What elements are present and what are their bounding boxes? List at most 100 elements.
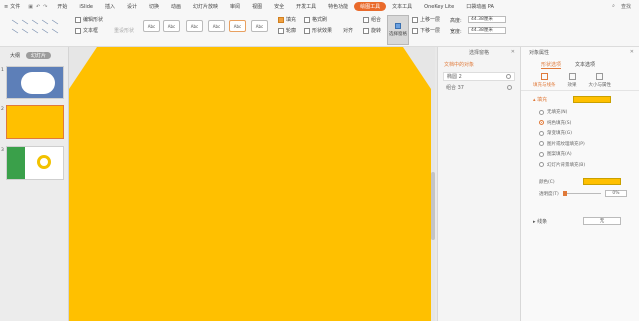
shape-effect-button[interactable]: 形状效果: [304, 27, 332, 34]
slide-thumbnail-2[interactable]: [6, 105, 64, 139]
slide-thumbnail-1[interactable]: [6, 66, 64, 99]
properties-subtabs: 填充与线条 效果 大小与属性: [521, 69, 639, 91]
redo-icon[interactable]: ↷: [43, 4, 47, 10]
align-label: 对齐: [343, 28, 354, 34]
slide-thumbnail-3[interactable]: [6, 146, 64, 180]
save-icon[interactable]: ▣: [28, 4, 33, 10]
canvas-scrollbar[interactable]: [431, 172, 435, 240]
tab-islide[interactable]: iSlide: [73, 0, 99, 13]
shape-style-6[interactable]: Abc: [251, 20, 268, 32]
tab-features[interactable]: 特色功能: [322, 0, 354, 13]
undo-icon[interactable]: ↶: [36, 4, 40, 10]
menu-icon: ≡: [4, 3, 9, 10]
shape-style-2[interactable]: Abc: [163, 20, 180, 32]
rotate-button[interactable]: 旋转: [363, 27, 381, 34]
fill-option-solid[interactable]: 纯色填充(S): [521, 118, 639, 129]
radio-icon: [539, 130, 544, 136]
fill-option-pattern[interactable]: 图案填充(A): [521, 149, 639, 160]
tab-text-tools[interactable]: 文本工具: [386, 0, 418, 13]
align-button[interactable]: 对齐: [343, 27, 353, 34]
color-picker[interactable]: [583, 178, 621, 185]
reset-shape-label: 重设形状: [114, 28, 135, 34]
fill-option-label: 无填充(N): [547, 110, 568, 116]
fill-bucket-icon: [540, 73, 548, 80]
format-brush-button[interactable]: 格式刷: [304, 16, 327, 23]
fill-option-label: 渐变填充(G): [547, 131, 572, 137]
slide-canvas[interactable]: [69, 47, 435, 321]
tab-insert[interactable]: 插入: [99, 0, 121, 13]
object-row[interactable]: 组合 37: [443, 83, 515, 92]
search-icon: ⌕: [612, 3, 615, 9]
edit-shape-button[interactable]: 编辑形状: [75, 16, 103, 23]
send-backward-button[interactable]: 下移一层: [412, 27, 440, 34]
tab-view[interactable]: 视图: [246, 0, 268, 13]
textbox-label: 文本框: [83, 28, 99, 34]
shape-style-4[interactable]: Abc: [208, 20, 225, 32]
file-menu-button[interactable]: ≡ 文件: [0, 0, 24, 13]
height-input[interactable]: 44.38厘米: [468, 16, 506, 23]
subtab-size-properties[interactable]: 大小与属性: [589, 73, 611, 90]
shape-style-1[interactable]: Abc: [143, 20, 160, 32]
tab-review[interactable]: 审阅: [224, 0, 246, 13]
radio-icon: [539, 141, 544, 147]
shape-style-5[interactable]: Abc: [229, 20, 246, 32]
width-label: 宽度:: [450, 29, 462, 35]
line-section-header[interactable]: ▸ 线条 无: [521, 214, 639, 228]
fill-option-picture[interactable]: 图片或纹理填充(P): [521, 139, 639, 150]
tab-pocket-animation[interactable]: 口袋动画 PA: [460, 0, 500, 13]
visibility-icon[interactable]: [507, 85, 512, 90]
outline-button[interactable]: 轮廓: [278, 27, 296, 34]
tab-text-options[interactable]: 文本选项: [575, 61, 595, 69]
fill-option-label: 幻灯片背景填充(B): [547, 162, 586, 168]
tab-shape-options[interactable]: 形状选项: [541, 61, 562, 69]
fill-section-header[interactable]: ▴ 填充: [521, 91, 639, 103]
properties-header: 对象属性 ✕: [521, 47, 639, 57]
selected-shape[interactable]: [69, 47, 431, 321]
visibility-icon[interactable]: [506, 74, 511, 79]
transparency-row: 透明度(T) 0%: [521, 188, 639, 200]
outline-label: 轮廓: [286, 28, 297, 34]
slide-number-1: 1: [1, 68, 4, 73]
subtab-effects[interactable]: 效果: [568, 73, 577, 90]
width-input[interactable]: 44.38厘米: [468, 27, 506, 34]
tab-security[interactable]: 安全: [268, 0, 290, 13]
object-row[interactable]: 椭圆 2: [443, 72, 515, 81]
height-label: 高度:: [450, 18, 462, 24]
bring-forward-button[interactable]: 上移一层: [412, 16, 440, 23]
slider-handle[interactable]: [563, 191, 567, 196]
color-row: 颜色(C): [521, 176, 639, 188]
fill-color-swatch[interactable]: [573, 96, 612, 103]
close-icon[interactable]: ✕: [630, 49, 634, 55]
transparency-slider[interactable]: [563, 191, 601, 196]
fill-button[interactable]: 填充: [278, 16, 296, 23]
tab-onekey-lite[interactable]: OneKey Lite: [418, 0, 460, 13]
close-icon[interactable]: ✕: [511, 49, 515, 55]
tab-animation[interactable]: 动画: [165, 0, 187, 13]
outline-icon: [278, 27, 284, 34]
textbox-button[interactable]: 文本框: [75, 27, 98, 34]
selection-pane-icon: [395, 23, 401, 29]
tab-design[interactable]: 设计: [121, 0, 143, 13]
subtab-fill-line[interactable]: 填充与线条: [533, 73, 556, 90]
textbox-icon: [75, 27, 81, 34]
shape-gallery[interactable]: [4, 13, 70, 47]
tab-slideshow[interactable]: 幻灯片放映: [187, 0, 224, 13]
fill-option-none[interactable]: 无填充(N): [521, 107, 639, 118]
line-style-select[interactable]: 无: [583, 217, 621, 225]
tab-home[interactable]: 开始: [51, 0, 73, 13]
radio-icon: [539, 162, 544, 168]
reset-shape-button[interactable]: 重设形状: [114, 27, 134, 34]
file-menu-label: 文件: [10, 4, 21, 10]
tab-slides[interactable]: 幻灯片: [26, 52, 52, 59]
tab-drawing-tools[interactable]: 绘图工具: [354, 2, 387, 11]
tab-developer[interactable]: 开发工具: [290, 0, 322, 13]
group-button[interactable]: 组合: [363, 16, 381, 23]
shape-style-3[interactable]: Abc: [186, 20, 203, 32]
fill-option-background[interactable]: 幻灯片背景填充(B): [521, 160, 639, 171]
transparency-input[interactable]: 0%: [605, 190, 627, 197]
search-area[interactable]: ⌕ 查找: [612, 3, 639, 10]
tab-transition[interactable]: 切换: [143, 0, 165, 13]
selection-pane-button[interactable]: 选择窗格: [387, 15, 409, 45]
fill-option-gradient[interactable]: 渐变填充(G): [521, 128, 639, 139]
tab-outline[interactable]: 大纲: [10, 52, 20, 59]
